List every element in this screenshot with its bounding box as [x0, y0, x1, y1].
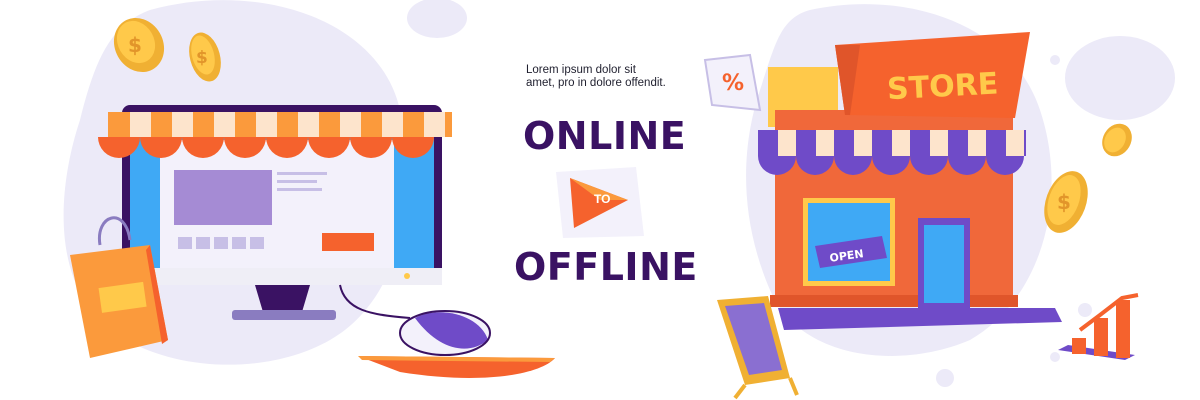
to-label: TO — [594, 192, 611, 206]
keyboard-icon — [358, 356, 555, 378]
store-sign-text: STORE — [886, 66, 999, 107]
svg-text:$: $ — [1057, 190, 1071, 214]
growth-chart-icon — [1058, 293, 1139, 360]
tagline-text: Lorem ipsum dolor sit amet, pro in dolor… — [526, 64, 666, 89]
headline-online: ONLINE — [523, 114, 687, 158]
mouse-icon — [399, 310, 491, 356]
discount-tag-text: % — [722, 71, 744, 96]
coin-icon — [1102, 123, 1132, 157]
svg-text:$: $ — [196, 48, 208, 68]
headline-offline: OFFLINE — [514, 245, 698, 289]
svg-text:$: $ — [128, 33, 142, 57]
banner: $ $ $ STORE OPEN % Lorem ipsum dolor sit… — [0, 0, 1200, 400]
online-shop-awning — [98, 112, 452, 158]
